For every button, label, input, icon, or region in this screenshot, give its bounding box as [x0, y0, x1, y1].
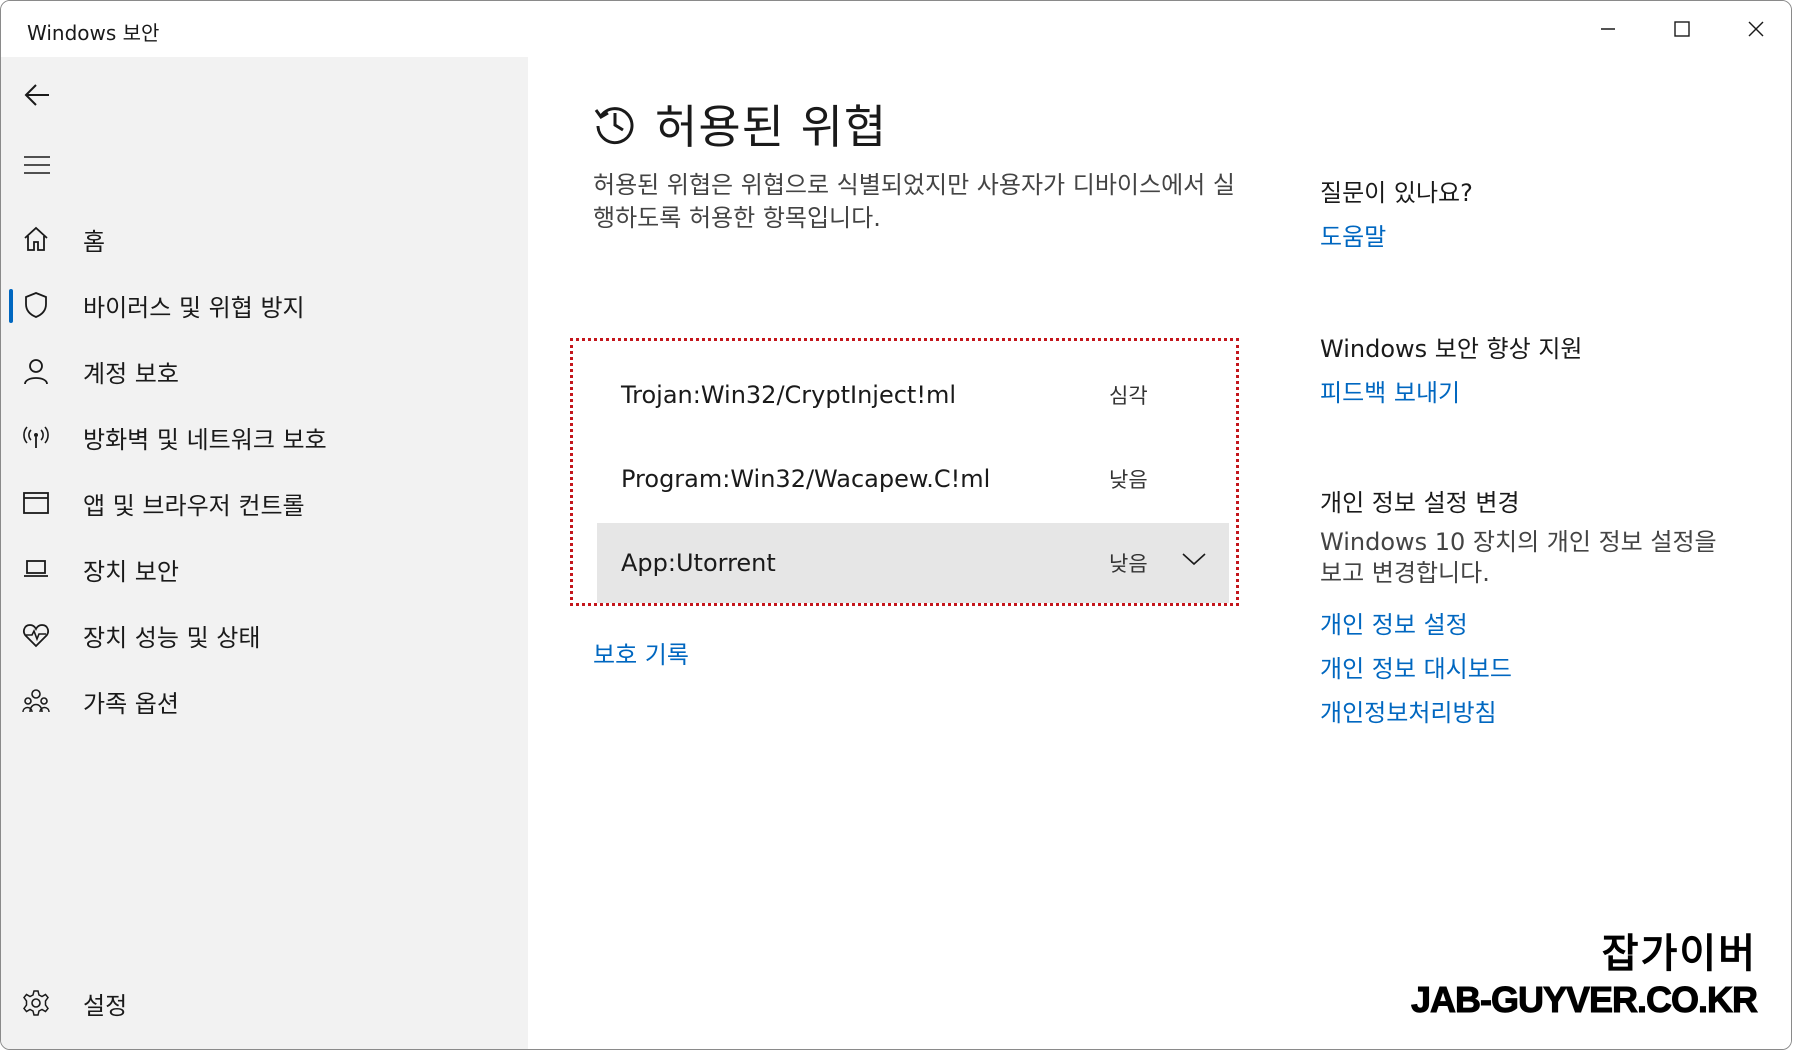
laptop-icon	[21, 554, 51, 584]
shield-icon	[21, 290, 51, 320]
minimize-icon	[1601, 28, 1615, 30]
sidebar-item-app-browser-control[interactable]: 앱 및 브라우저 컨트롤	[1, 475, 528, 531]
menu-button[interactable]	[17, 145, 57, 185]
privacy-heading: 개인 정보 설정 변경	[1320, 489, 1520, 517]
threat-name: Program:Win32/Wacapew.C!ml	[621, 465, 991, 493]
privacy-settings-link[interactable]: 개인 정보 설정	[1320, 605, 1468, 640]
heart-pulse-icon	[21, 620, 51, 650]
sidebar-item-label: 바이러스 및 위협 방지	[83, 293, 305, 322]
page-description: 허용된 위협은 위협으로 식별되었지만 사용자가 디바이스에서 실행하도록 허용…	[593, 171, 1235, 232]
chevron-down-icon[interactable]	[1181, 551, 1207, 567]
threat-row[interactable]: Program:Win32/Wacapew.C!ml 낮음	[597, 439, 1229, 519]
question-heading: 질문이 있나요?	[1320, 179, 1473, 207]
help-link[interactable]: 도움말	[1320, 217, 1386, 252]
page-title: 허용된 위협	[593, 91, 887, 157]
threat-name: App:Utorrent	[621, 549, 776, 577]
home-icon	[21, 224, 51, 254]
sidebar-item-label: 홈	[83, 227, 106, 256]
sidebar-item-device-security[interactable]: 장치 보안	[1, 541, 528, 597]
watermark-korean: 잡가이버	[1601, 931, 1757, 977]
hamburger-icon	[24, 156, 50, 174]
windows-security-window: Windows 보안 홈 바이러스 및 위협 방지 계정 보호 방화벽 및 네트…	[0, 0, 1792, 1050]
minimize-button[interactable]	[1571, 1, 1645, 57]
improve-heading: Windows 보안 향상 지원	[1320, 335, 1583, 363]
app-title: Windows 보안	[27, 21, 160, 45]
sidebar: 홈 바이러스 및 위협 방지 계정 보호 방화벽 및 네트워크 보호 앱 및 브	[1, 57, 528, 1049]
wireless-icon	[21, 422, 51, 452]
privacy-description: Windows 10 장치의 개인 정보 설정을 보고 변경합니다.	[1320, 528, 1717, 587]
sidebar-item-label: 장치 성능 및 상태	[83, 623, 261, 652]
sidebar-item-account-protection[interactable]: 계정 보호	[1, 343, 528, 399]
privacy-policy-link[interactable]: 개인정보처리방침	[1320, 693, 1497, 728]
back-button[interactable]	[17, 75, 57, 115]
privacy-dashboard-link[interactable]: 개인 정보 대시보드	[1320, 649, 1512, 684]
browser-window-icon	[21, 488, 51, 518]
sidebar-item-label: 앱 및 브라우저 컨트롤	[83, 491, 305, 520]
sidebar-item-label: 설정	[83, 991, 128, 1020]
main-content: 허용된 위협 허용된 위협은 위협으로 식별되었지만 사용자가 디바이스에서 실…	[528, 57, 1791, 1049]
title-bar: Windows 보안	[1, 1, 1791, 57]
sidebar-item-settings[interactable]: 설정	[1, 975, 528, 1031]
threat-name: Trojan:Win32/CryptInject!ml	[621, 381, 957, 409]
sidebar-item-device-performance[interactable]: 장치 성능 및 상태	[1, 607, 528, 663]
page-title-text: 허용된 위협	[655, 100, 888, 154]
feedback-link[interactable]: 피드백 보내기	[1320, 373, 1460, 408]
threat-severity: 낮음	[1109, 552, 1148, 576]
threat-row[interactable]: Trojan:Win32/CryptInject!ml 심각	[597, 355, 1229, 435]
sidebar-item-label: 방화벽 및 네트워크 보호	[83, 425, 327, 454]
protection-history-link[interactable]: 보호 기록	[593, 635, 689, 670]
sidebar-item-label: 가족 옵션	[83, 689, 179, 718]
maximize-icon	[1674, 21, 1690, 37]
back-arrow-icon	[24, 84, 49, 106]
sidebar-item-home[interactable]: 홈	[1, 211, 528, 267]
threat-severity: 심각	[1109, 384, 1148, 408]
person-icon	[21, 356, 51, 386]
maximize-button[interactable]	[1645, 1, 1719, 57]
watermark: 잡가이버 JAB-GUYVER.CO.KR	[1410, 921, 1758, 1021]
sidebar-item-label: 장치 보안	[83, 557, 179, 586]
sidebar-item-firewall[interactable]: 방화벽 및 네트워크 보호	[1, 409, 528, 465]
sidebar-item-virus-protection[interactable]: 바이러스 및 위협 방지	[1, 277, 528, 333]
family-icon	[21, 686, 51, 716]
sidebar-item-family-options[interactable]: 가족 옵션	[1, 673, 528, 729]
watermark-url: JAB-GUYVER.CO.KR	[1410, 979, 1758, 1021]
gear-icon	[21, 988, 51, 1018]
close-icon	[1748, 21, 1764, 37]
allowed-threats-list: Trojan:Win32/CryptInject!ml 심각 Program:W…	[570, 338, 1239, 606]
threat-severity: 낮음	[1109, 468, 1148, 492]
sidebar-item-label: 계정 보호	[83, 359, 179, 388]
history-icon	[594, 107, 634, 145]
close-button[interactable]	[1719, 1, 1791, 57]
threat-row[interactable]: App:Utorrent 낮음	[597, 523, 1229, 603]
